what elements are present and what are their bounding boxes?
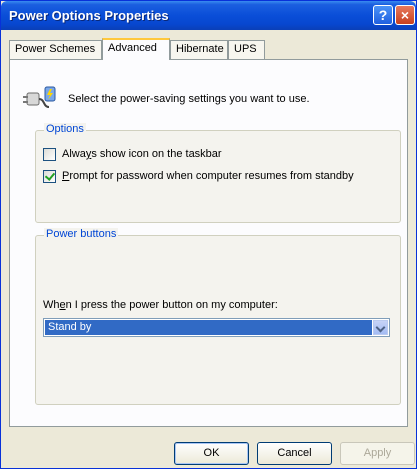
ok-button[interactable]: OK: [174, 442, 249, 465]
power-button-action-label: When I press the power button on my comp…: [43, 299, 278, 311]
selected-action: Stand by: [45, 320, 372, 335]
window-title: Power Options Properties: [9, 8, 169, 23]
title-bar[interactable]: Power Options Properties ? ×: [1, 1, 416, 30]
power-button-action-select[interactable]: Stand by: [43, 318, 390, 337]
chevron-down-icon[interactable]: [373, 320, 388, 335]
show-icon-option[interactable]: Always show icon on the taskbar: [43, 147, 222, 161]
tab-ups[interactable]: UPS: [228, 40, 265, 59]
power-plug-icon: [23, 86, 56, 108]
prompt-password-option[interactable]: Prompt for password when computer resume…: [43, 169, 354, 183]
power-buttons-legend: Power buttons: [44, 228, 119, 240]
help-button[interactable]: ?: [373, 5, 393, 25]
close-button[interactable]: ×: [395, 5, 415, 25]
show-icon-checkbox[interactable]: [43, 147, 56, 161]
show-icon-label: Always show icon on the taskbar: [62, 148, 222, 160]
cancel-button[interactable]: Cancel: [257, 442, 332, 465]
prompt-password-label: Prompt for password when computer resume…: [62, 170, 354, 182]
apply-button[interactable]: Apply: [340, 442, 415, 465]
prompt-password-checkbox[interactable]: [43, 169, 56, 183]
options-legend: Options: [44, 123, 86, 135]
tab-hibernate[interactable]: Hibernate: [170, 40, 228, 59]
intro-text: Select the power-saving settings you wan…: [68, 93, 310, 105]
power-options-dialog: Power Options Properties ? × Power Schem…: [0, 0, 417, 469]
tab-power-schemes[interactable]: Power Schemes: [9, 40, 102, 59]
tab-advanced[interactable]: Advanced: [102, 38, 170, 60]
